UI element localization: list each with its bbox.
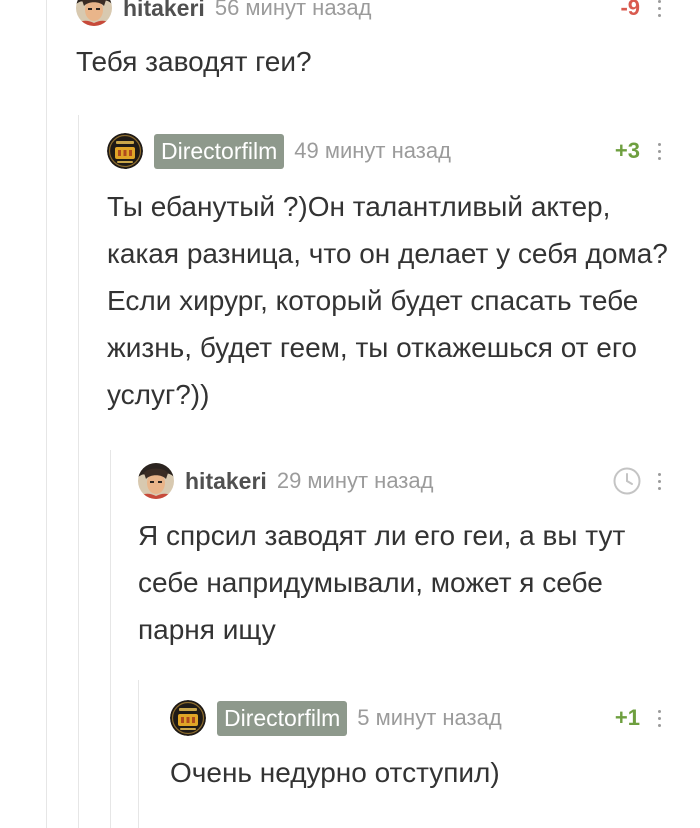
- more-options-icon[interactable]: [655, 463, 663, 499]
- more-options-icon[interactable]: [655, 133, 663, 169]
- thread-line-level-1[interactable]: [46, 0, 47, 828]
- timestamp[interactable]: 56 минут назад: [215, 0, 372, 21]
- username[interactable]: hitakeri: [185, 468, 267, 495]
- thread-line-level-2[interactable]: [78, 115, 79, 828]
- timestamp[interactable]: 29 минут назад: [277, 468, 434, 494]
- comments-thread: hitakeri 56 минут назад -9 Тебя заводят …: [0, 0, 700, 828]
- timestamp[interactable]: 5 минут назад: [357, 705, 501, 731]
- comment-text: Ты ебанутый ?)Он талантливый актер, кака…: [107, 191, 668, 410]
- comment-rating: -9: [620, 0, 640, 20]
- anime-avatar-icon: [76, 0, 112, 26]
- username[interactable]: Directorfilm: [217, 700, 348, 736]
- comment-header: hitakeri 56 минут назад: [76, 0, 371, 26]
- anime-avatar-icon: [138, 463, 174, 499]
- comment-header: hitakeri 29 минут назад: [138, 463, 433, 499]
- comment-header: Directorfilm 49 минут назад: [107, 133, 451, 169]
- avatar[interactable]: [107, 133, 143, 169]
- avatar[interactable]: [138, 463, 174, 499]
- comment-rating: +1: [614, 705, 640, 730]
- more-options-icon[interactable]: [655, 0, 663, 26]
- clock-icon[interactable]: [612, 466, 642, 496]
- thread-line-level-3[interactable]: [110, 450, 111, 828]
- more-options-icon[interactable]: [655, 700, 663, 736]
- username[interactable]: hitakeri: [123, 0, 205, 22]
- username[interactable]: Directorfilm: [154, 133, 285, 169]
- comment-text: Я спрсил заводят ли его геи, а вы тут се…: [138, 520, 626, 645]
- comment-rating: +3: [614, 138, 640, 163]
- thread-line-level-4[interactable]: [138, 680, 139, 828]
- film-badge-avatar-icon: [170, 700, 206, 736]
- comment-header: Directorfilm 5 минут назад: [170, 700, 502, 736]
- avatar[interactable]: [170, 700, 206, 736]
- avatar[interactable]: [76, 0, 112, 26]
- film-badge-avatar-icon: [107, 133, 143, 169]
- timestamp[interactable]: 49 минут назад: [294, 138, 451, 164]
- comment-text: Тебя заводят геи?: [76, 46, 312, 77]
- comment-text: Очень недурно отступил): [170, 757, 500, 788]
